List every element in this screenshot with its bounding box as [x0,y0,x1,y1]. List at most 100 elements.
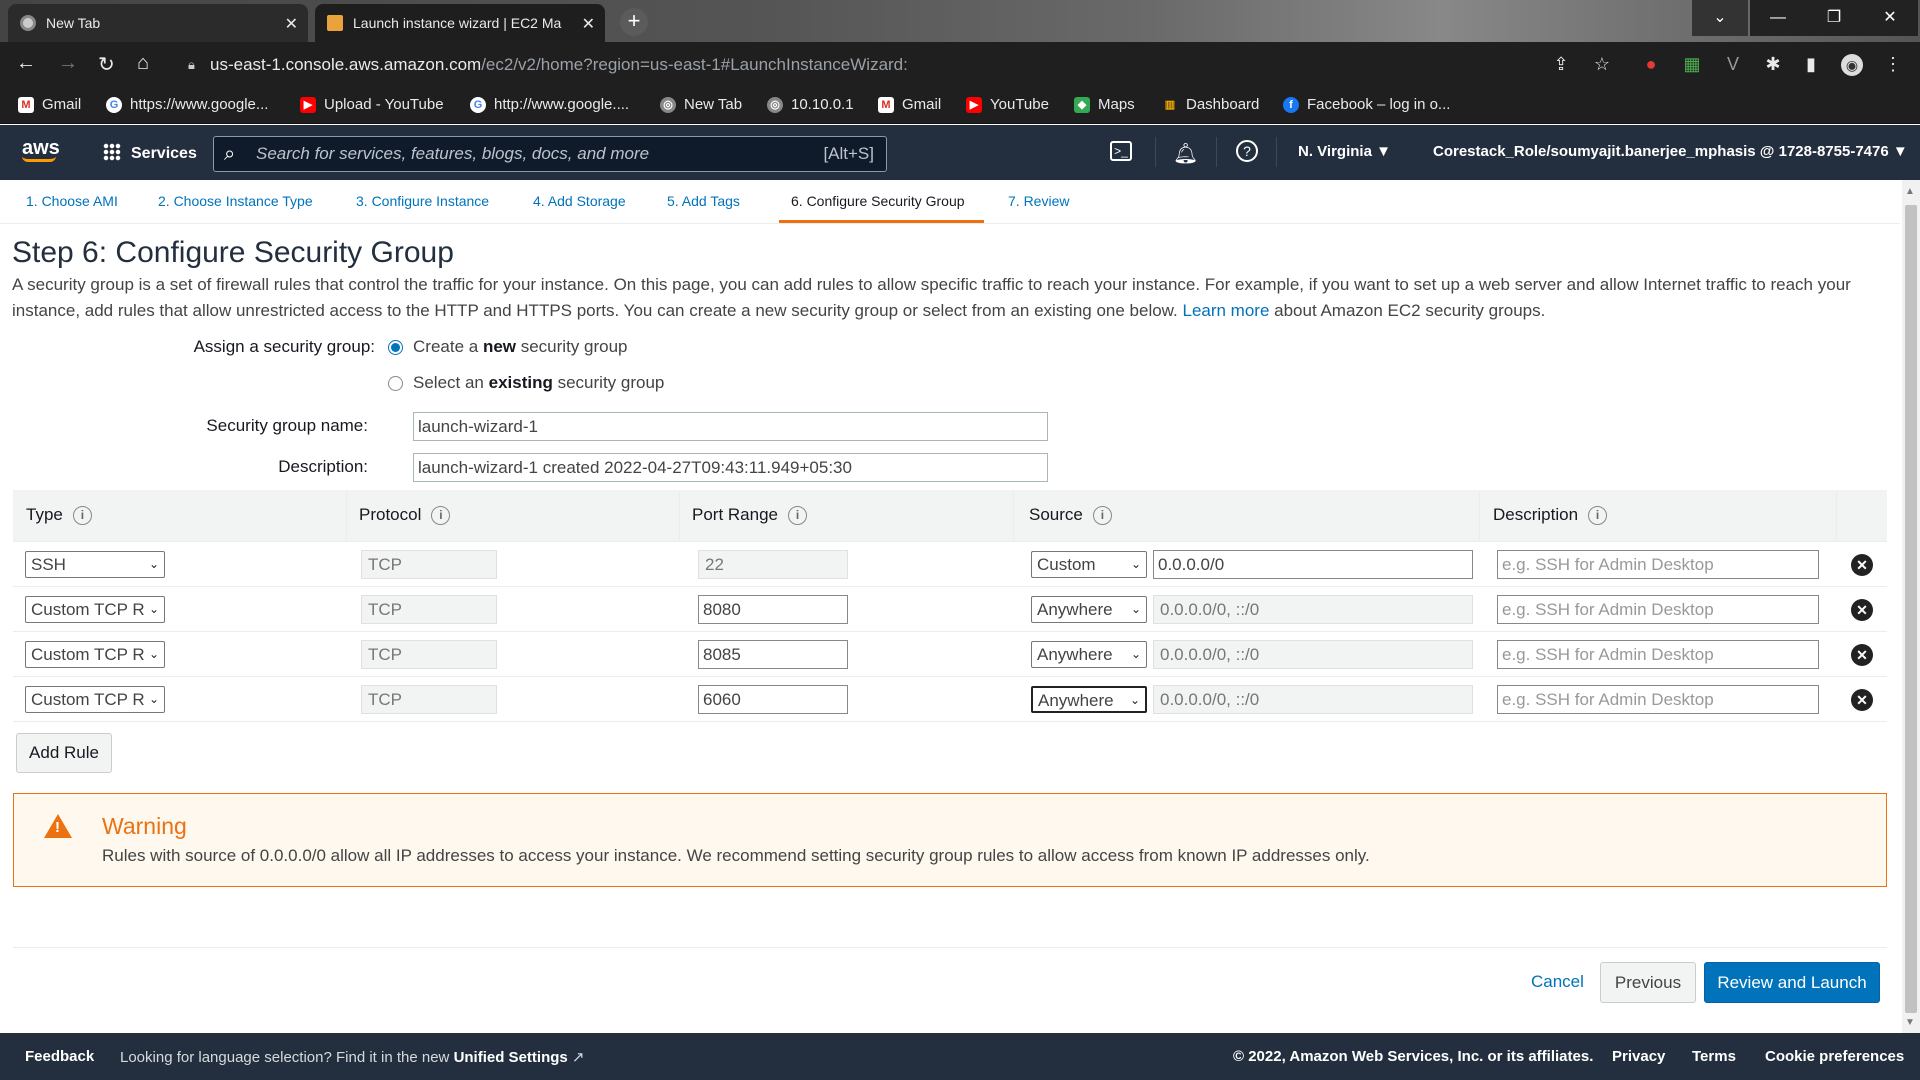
step-add-tags[interactable]: 5. Add Tags [667,193,740,209]
bookmark-item[interactable]: Ghttps://www.google... [106,96,268,113]
chrome-icon [20,15,36,31]
description-input[interactable]: launch-wizard-1 created 2022-04-27T09:43… [413,453,1048,482]
aws-logo[interactable]: aws [22,137,60,162]
scroll-down-icon[interactable]: ▼ [1905,1017,1915,1028]
bookmark-item[interactable]: f Facebook – log in o... [1283,96,1450,113]
rule-description-input[interactable]: e.g. SSH for Admin Desktop [1497,550,1819,579]
browser-tab-new-tab[interactable]: New Tab ✕ [8,4,308,42]
restore-icon[interactable]: ❐ [1806,0,1862,36]
rule-description-input[interactable]: e.g. SSH for Admin Desktop [1497,640,1819,669]
terms-link[interactable]: Terms [1692,1048,1736,1065]
menu-icon[interactable]: ⋮ [1882,54,1904,76]
cancel-link[interactable]: Cancel [1531,972,1584,992]
bookmark-item[interactable]: ▶ Upload - YouTube [300,96,444,113]
step-choose-ami[interactable]: 1. Choose AMI [26,193,118,209]
new-tab-button[interactable]: + [620,8,648,36]
bookmark-item[interactable]: ◎ 10.10.0.1 [767,96,854,113]
bookmark-item[interactable]: ▶ YouTube [966,96,1049,113]
step-configure-instance[interactable]: 3. Configure Instance [356,193,489,209]
chevron-down-icon: ⌄ [148,557,159,571]
share-icon[interactable]: ⇪ [1550,54,1572,76]
profile-icon[interactable]: ◉ [1841,54,1863,76]
scrollbar-thumb[interactable] [1905,205,1917,1013]
radio-button[interactable] [388,375,403,391]
address-bar[interactable]: 🔒︎ us-east-1.console.aws.amazon.com/ec2/… [170,47,1560,83]
sg-name-input[interactable]: launch-wizard-1 [413,412,1048,441]
bookmark-item[interactable]: ▥ Dashboard [1162,96,1259,113]
bookmark-item[interactable]: ◎ New Tab [660,96,742,113]
cidr-input[interactable]: 0.0.0.0/0 [1153,550,1473,579]
info-icon[interactable]: i [1092,505,1112,525]
add-rule-button[interactable]: Add Rule [16,733,112,773]
extension-icon[interactable]: V [1722,54,1744,76]
close-tab-icon[interactable]: ✕ [582,14,595,34]
bookmark-item[interactable]: ◆ Maps [1074,96,1135,113]
back-icon[interactable]: ← [16,52,36,75]
bell-icon[interactable]: 🔔︎ [1173,141,1198,166]
source-select[interactable]: Anywhere ⌄ [1031,686,1147,713]
review-and-launch-button[interactable]: Review and Launch [1704,962,1880,1003]
radio-select-existing[interactable]: Select an existing security group [388,373,664,393]
rule-description-input[interactable]: e.g. SSH for Admin Desktop [1497,685,1819,714]
region-selector[interactable]: N. Virginia ▼ [1298,143,1391,160]
sidepanel-icon[interactable]: ▮ [1800,54,1822,76]
previous-button[interactable]: Previous [1600,962,1696,1003]
services-menu[interactable]: Services [103,143,197,163]
globe-icon: ◎ [660,96,676,113]
globe-icon: ◎ [767,96,783,113]
cookie-preferences-link[interactable]: Cookie preferences [1765,1048,1904,1065]
remove-rule-icon[interactable]: ✕ [1851,554,1873,576]
feedback-link[interactable]: Feedback [25,1048,94,1065]
warning-title: Warning [102,813,187,839]
extension-icon[interactable]: ▦ [1681,54,1703,76]
remove-rule-icon[interactable]: ✕ [1851,644,1873,666]
port-range-input[interactable]: 6060 [698,685,848,714]
minimize-icon[interactable]: — [1750,0,1806,36]
step-review[interactable]: 7. Review [1008,193,1069,209]
gmail-icon: M [878,96,894,113]
tab-search-icon[interactable]: ⌄ [1692,0,1748,36]
source-select[interactable]: Anywhere ⌄ [1031,596,1147,623]
source-select[interactable]: Anywhere ⌄ [1031,641,1147,668]
close-tab-icon[interactable]: ✕ [285,14,298,34]
bookmark-item[interactable]: M Gmail [18,96,81,113]
puzzle-icon[interactable]: ✱ [1762,54,1784,76]
browser-tab-launch-wizard[interactable]: Launch instance wizard | EC2 Ma ✕ [315,4,605,42]
extension-icon[interactable]: ● [1640,54,1662,76]
type-select[interactable]: Custom TCP R ⌄ [25,641,165,668]
home-icon[interactable]: ⌂ [137,52,149,75]
learn-more-link[interactable]: Learn more [1182,301,1269,320]
port-range-input[interactable]: 8080 [698,595,848,624]
search-input[interactable]: ⌕ Search for services, features, blogs, … [213,136,887,172]
type-select[interactable]: SSH ⌄ [25,551,165,578]
reload-icon[interactable]: ↻ [98,52,115,77]
unified-settings-link[interactable]: Unified Settings [454,1049,568,1066]
info-icon[interactable]: i [788,505,807,525]
window-close-icon[interactable]: ✕ [1862,0,1918,36]
help-icon[interactable]: ? [1236,140,1258,162]
scroll-up-icon[interactable]: ▲ [1905,186,1915,197]
info-icon[interactable]: i [72,505,92,525]
step-configure-security-group[interactable]: 6. Configure Security Group [791,193,965,209]
remove-rule-icon[interactable]: ✕ [1851,689,1873,711]
privacy-link[interactable]: Privacy [1612,1048,1665,1065]
protocol-field: TCP [361,685,497,714]
type-select[interactable]: Custom TCP R ⌄ [25,596,165,623]
step-choose-instance-type[interactable]: 2. Choose Instance Type [158,193,313,209]
remove-rule-icon[interactable]: ✕ [1851,599,1873,621]
radio-button-checked[interactable] [388,339,403,355]
info-icon[interactable]: i [431,505,451,525]
source-select[interactable]: Custom ⌄ [1031,551,1147,578]
bookmark-item[interactable]: M Gmail [878,96,941,113]
bookmark-star-icon[interactable]: ☆ [1591,54,1613,76]
account-menu[interactable]: Corestack_Role/soumyajit.banerjee_mphasi… [1433,143,1908,160]
cloudshell-icon[interactable]: >_ [1110,141,1132,161]
forward-icon[interactable]: → [58,52,78,75]
rule-description-input[interactable]: e.g. SSH for Admin Desktop [1497,595,1819,624]
bookmark-item[interactable]: Ghttp://www.google.... [470,96,629,113]
info-icon[interactable]: i [1588,505,1608,525]
port-range-input[interactable]: 8085 [698,640,848,669]
step-add-storage[interactable]: 4. Add Storage [533,193,626,209]
radio-create-new[interactable]: Create a new security group [388,337,628,357]
type-select[interactable]: Custom TCP R ⌄ [25,686,165,713]
